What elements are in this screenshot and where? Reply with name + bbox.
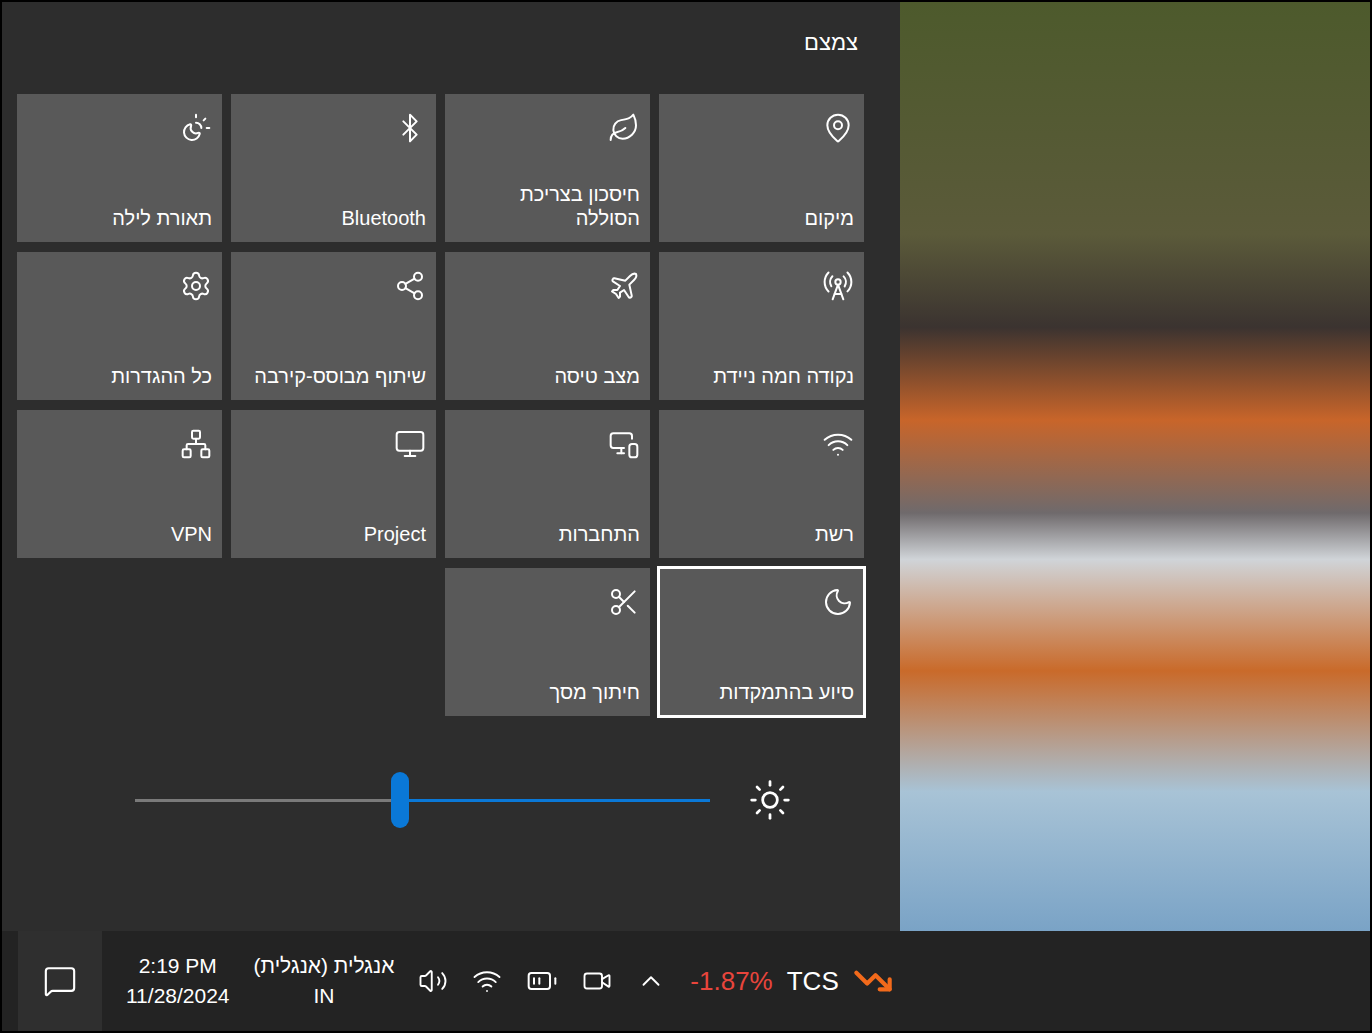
quick-action-tile[interactable]: VPN bbox=[17, 410, 222, 558]
tile-label: חיתוך מסך bbox=[455, 680, 640, 704]
moon-icon bbox=[822, 586, 854, 618]
tile-label: VPN bbox=[27, 522, 212, 546]
quick-action-tile[interactable]: חיסכון בצריכת הסוללה bbox=[445, 94, 650, 242]
network-icon bbox=[822, 428, 854, 460]
clock[interactable]: 2:19 PM 11/28/2024 bbox=[126, 954, 230, 1008]
tile-label: רשת bbox=[669, 522, 854, 546]
battery-icon bbox=[526, 965, 558, 997]
quick-action-tile[interactable]: מיקום bbox=[659, 94, 864, 242]
brightness-row bbox=[18, 778, 864, 822]
header: צמצם bbox=[18, 26, 864, 56]
quick-action-tile[interactable]: Project bbox=[231, 410, 436, 558]
camera-icon bbox=[582, 966, 612, 996]
language: אנגלית (אנגלית) bbox=[254, 954, 395, 978]
quick-action-tile[interactable]: כל ההגדרות bbox=[17, 252, 222, 400]
tile-label: נקודה חמה ניידת bbox=[669, 364, 854, 388]
sun-icon bbox=[748, 778, 792, 822]
quick-action-tile[interactable]: מצב טיסה bbox=[445, 252, 650, 400]
stock-trend-icon bbox=[853, 961, 893, 1001]
airplane-icon bbox=[608, 270, 640, 302]
battery[interactable] bbox=[526, 965, 558, 997]
desktop-wallpaper bbox=[900, 2, 1370, 931]
speaker-icon bbox=[418, 966, 448, 996]
leaf-icon bbox=[608, 112, 640, 144]
tile-label: תאורת לילה bbox=[27, 206, 212, 230]
quick-action-tile[interactable]: רשת bbox=[659, 410, 864, 558]
quick-actions: מיקום חיסכון בצריכת הסוללה Bluetooth תאורת … bbox=[18, 94, 864, 716]
quick-action-tile[interactable]: סיוע בהתמקדות bbox=[659, 568, 864, 716]
night-light-icon bbox=[180, 112, 212, 144]
location-icon bbox=[822, 112, 854, 144]
wifi-icon bbox=[472, 966, 502, 996]
tile-label: שיתוף מבוסס-קירבה bbox=[241, 364, 426, 388]
tile-label: חיסכון בצריכת הסוללה bbox=[455, 182, 640, 230]
bluetooth-icon bbox=[394, 112, 426, 144]
tile-label: סיוע בהתמקדות bbox=[669, 680, 854, 704]
quick-action-tile[interactable]: חיתוך מסך bbox=[445, 568, 650, 716]
gear-icon bbox=[180, 270, 212, 302]
notification-button[interactable] bbox=[18, 931, 102, 1031]
date: 11/28/2024 bbox=[126, 984, 230, 1008]
taskbar: 2:19 PM 11/28/2024 אנגלית (אנגלית) IN -1.87%… bbox=[2, 931, 1370, 1031]
quick-action-tile[interactable]: התחברות bbox=[445, 410, 650, 558]
screen: צמצם מיקום חיסכון בצריכת הסוללה Bluetooth תא… bbox=[0, 0, 1372, 1033]
brightness-slider[interactable] bbox=[135, 799, 710, 802]
stock-change: -1.87% bbox=[690, 966, 772, 997]
hotspot-icon bbox=[822, 270, 854, 302]
chevron-up-icon bbox=[636, 966, 666, 996]
main-area: צמצם מיקום חיסכון בצריכת הסוללה Bluetooth תא… bbox=[2, 2, 1370, 931]
locale: IN bbox=[313, 984, 334, 1008]
time: 2:19 PM bbox=[139, 954, 217, 978]
monitor-icon bbox=[394, 428, 426, 460]
stock-symbol: TCS bbox=[787, 966, 839, 997]
quick-action-tile[interactable]: תאורת לילה bbox=[17, 94, 222, 242]
stock-widget[interactable]: -1.87% TCS bbox=[690, 961, 892, 1001]
message-icon bbox=[43, 964, 77, 998]
tile-label: Project bbox=[241, 522, 426, 546]
quick-action-tile[interactable]: נקודה חמה ניידת bbox=[659, 252, 864, 400]
slider-thumb[interactable] bbox=[391, 772, 409, 828]
volume[interactable] bbox=[418, 966, 448, 996]
tile-label: מיקום bbox=[669, 206, 854, 230]
quick-action-tile[interactable]: Bluetooth bbox=[231, 94, 436, 242]
connect-icon bbox=[608, 428, 640, 460]
language-indicator[interactable]: אנגלית (אנגלית) IN bbox=[254, 954, 395, 1008]
show-hidden-icons[interactable] bbox=[636, 966, 666, 996]
network[interactable] bbox=[472, 966, 502, 996]
slider-fill bbox=[400, 799, 711, 802]
tile-label: Bluetooth bbox=[241, 206, 426, 230]
action-center: צמצם מיקום חיסכון בצריכת הסוללה Bluetooth תא… bbox=[2, 2, 900, 931]
tile-label: התחברות bbox=[455, 522, 640, 546]
meet-now[interactable] bbox=[582, 966, 612, 996]
scissors-icon bbox=[608, 586, 640, 618]
share-icon bbox=[394, 270, 426, 302]
tile-label: מצב טיסה bbox=[455, 364, 640, 388]
quick-action-tile[interactable]: שיתוף מבוסס-קירבה bbox=[231, 252, 436, 400]
vpn-icon bbox=[180, 428, 212, 460]
tile-label: כל ההגדרות bbox=[27, 364, 212, 388]
collapse-button[interactable]: צמצם bbox=[804, 30, 858, 56]
